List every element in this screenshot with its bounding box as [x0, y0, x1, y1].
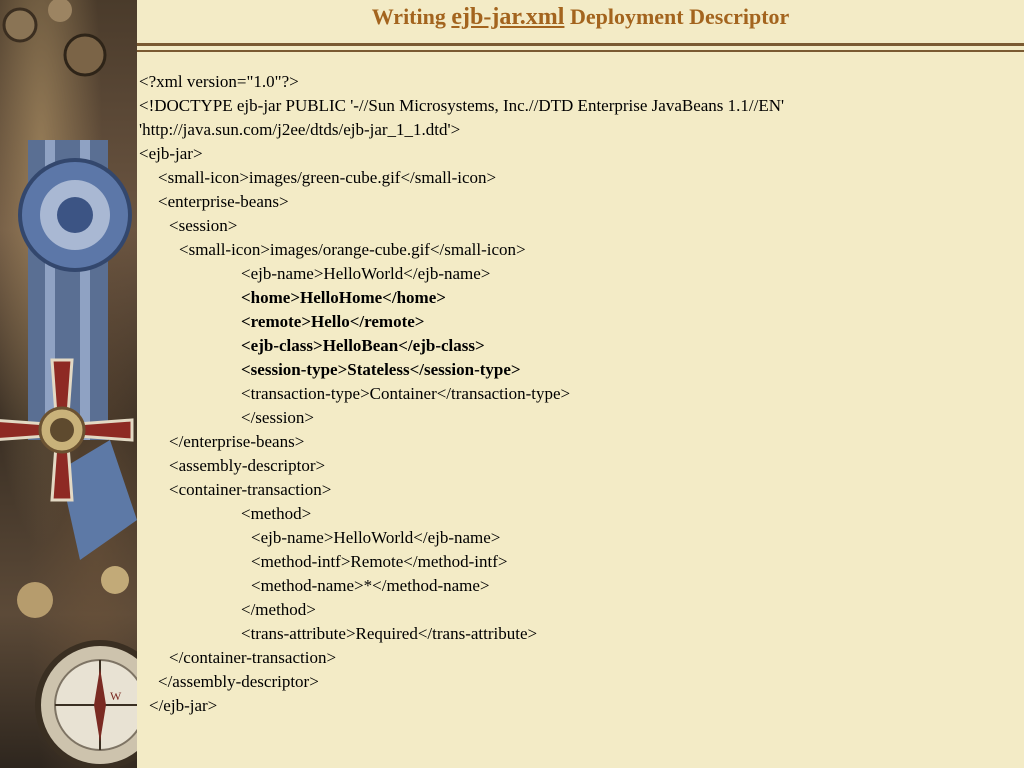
code-line: <home>HelloHome</home> [241, 288, 446, 307]
code-line: <trans-attribute>Required</trans-attribu… [241, 624, 538, 643]
code-line: <transaction-type>Container</transaction… [241, 384, 571, 403]
code-line: 'http://java.sun.com/j2ee/dtds/ejb-jar_1… [139, 120, 461, 139]
code-line: <method-name>*</method-name> [251, 576, 490, 595]
code-line: </container-transaction> [169, 648, 337, 667]
slide-title: Writing ejb-jar.xml Deployment Descripto… [137, 4, 1024, 31]
code-line: <small-icon>images/green-cube.gif</small… [158, 168, 497, 187]
code-line: </session> [241, 408, 315, 427]
xml-code-listing: <?xml version="1.0"?> <!DOCTYPE ejb-jar P… [139, 70, 1019, 718]
code-line: </method> [241, 600, 316, 619]
title-suffix: Deployment Descriptor [564, 4, 790, 29]
code-line: <session-type>Stateless</session-type> [241, 360, 521, 379]
medal-collage-image: W [0, 0, 137, 768]
code-line: </enterprise-beans> [169, 432, 305, 451]
code-line: <ejb-class>HelloBean</ejb-class> [241, 336, 485, 355]
code-line: <ejb-jar> [139, 144, 203, 163]
code-line: <session> [169, 216, 238, 235]
title-prefix: Writing [371, 4, 452, 29]
code-line: <assembly-descriptor> [169, 456, 326, 475]
code-line: </assembly-descriptor> [158, 672, 319, 691]
code-line: </ejb-jar> [149, 696, 218, 715]
code-line: <method-intf>Remote</method-intf> [251, 552, 508, 571]
code-line: <enterprise-beans> [158, 192, 289, 211]
decorative-photo-strip: W [0, 0, 137, 768]
code-line: <small-icon>images/orange-cube.gif</smal… [179, 240, 526, 259]
code-line: <?xml version="1.0"?> [139, 72, 299, 91]
code-line: <container-transaction> [169, 480, 332, 499]
title-filename-link[interactable]: ejb-jar.xml [451, 4, 564, 30]
title-divider-top [137, 43, 1024, 46]
code-line: <!DOCTYPE ejb-jar PUBLIC '-//Sun Microsy… [139, 96, 785, 115]
code-line: <ejb-name>HelloWorld</ejb-name> [251, 528, 501, 547]
code-line: <remote>Hello</remote> [241, 312, 425, 331]
svg-text:W: W [110, 689, 122, 703]
code-line: <method> [241, 504, 312, 523]
code-line: <ejb-name>HelloWorld</ejb-name> [241, 264, 491, 283]
title-divider-bottom [137, 50, 1024, 52]
